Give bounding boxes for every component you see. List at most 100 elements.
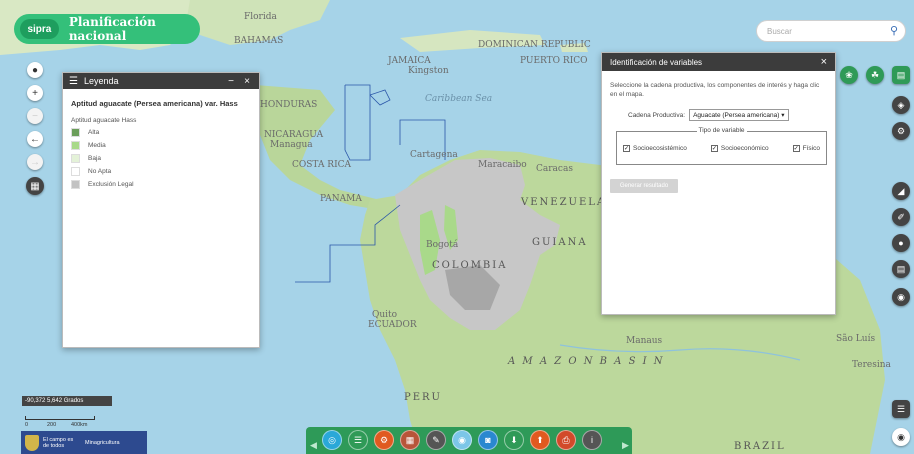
checkbox-socioecosistemico[interactable]: ✓ Socioecosistémico bbox=[623, 145, 687, 152]
map-label: Maracaibo bbox=[478, 160, 527, 170]
legend-label: No Apta bbox=[88, 168, 112, 175]
sponsor-logos: El campo es de todos Minagricultura bbox=[21, 431, 147, 454]
chevron-right-icon[interactable]: ▶ bbox=[622, 440, 629, 451]
legend-panel[interactable]: ☰ Leyenda − × Aptitud aguacate (Persea a… bbox=[62, 72, 260, 348]
list-icon[interactable]: ☰ bbox=[892, 400, 910, 418]
colombia-shield-icon bbox=[25, 434, 39, 451]
map-label: Florida bbox=[244, 12, 277, 22]
minimize-button[interactable]: − bbox=[225, 76, 237, 87]
map-label: HONDURAS bbox=[260, 100, 318, 110]
legend-title: Leyenda bbox=[83, 76, 119, 86]
chevron-left-icon[interactable]: ◀ bbox=[310, 440, 317, 451]
checkbox-icon[interactable]: ✓ bbox=[792, 145, 800, 152]
back-button[interactable]: ← bbox=[27, 131, 43, 147]
settings-icon[interactable]: ⚙ bbox=[892, 122, 910, 140]
map-pin-icon[interactable]: ◉ bbox=[892, 288, 910, 306]
zoom-out-button[interactable]: − bbox=[27, 108, 43, 124]
compass-button[interactable]: ◎ bbox=[322, 430, 342, 450]
chain-button[interactable]: ⚙ bbox=[374, 430, 394, 450]
map-label: A M A Z O N B A S I N bbox=[508, 356, 665, 367]
close-button[interactable]: × bbox=[241, 76, 253, 87]
checkbox-socioeconomico[interactable]: ✓ Socioeconómico bbox=[710, 145, 769, 152]
map-label: ECUADOR bbox=[368, 320, 417, 330]
map-label: DOMINICAN REPUBLIC bbox=[478, 40, 591, 50]
map-label: NICARAGUA bbox=[264, 130, 324, 140]
scale-tick: 400km bbox=[71, 422, 88, 428]
forward-button[interactable]: → bbox=[27, 154, 43, 170]
chart-icon[interactable]: ▤ bbox=[892, 66, 910, 84]
print-button[interactable]: ⎙ bbox=[556, 430, 576, 450]
legend-item: No Apta bbox=[71, 167, 251, 176]
map-label: São Luís bbox=[836, 334, 876, 344]
checkbox-icon[interactable]: ✓ bbox=[710, 145, 718, 152]
app-title: Planificación nacional bbox=[68, 15, 156, 43]
legend-swatch bbox=[71, 141, 80, 150]
chain-label: Cadena Productiva: bbox=[628, 111, 686, 119]
map-label: PERU bbox=[404, 392, 442, 403]
logo-text: Minagricultura bbox=[85, 439, 120, 446]
pencil-button[interactable]: ✎ bbox=[426, 430, 446, 450]
app-brand[interactable]: sipra Planificación nacional bbox=[14, 14, 200, 44]
legend-subtitle: Aptitud aguacate Hass bbox=[71, 117, 137, 124]
layers-icon[interactable]: ◈ bbox=[892, 96, 910, 114]
map-label: Cartagena bbox=[410, 150, 458, 160]
hand-leaf-icon[interactable]: ☘ bbox=[866, 66, 884, 84]
fieldset-legend: Tipo de variable bbox=[696, 127, 747, 134]
chain-select[interactable]: Aguacate (Persea americana) ▾ bbox=[689, 109, 789, 121]
checkbox-icon[interactable]: ✓ bbox=[623, 145, 630, 152]
globe-button[interactable]: ◉ bbox=[452, 430, 472, 450]
legend-swatch bbox=[71, 167, 80, 176]
legend-label: Exclusión Legal bbox=[88, 181, 134, 188]
generate-button[interactable]: Generar resultado bbox=[610, 179, 678, 193]
layers-list-button[interactable]: ☰ bbox=[348, 430, 368, 450]
search-box[interactable]: Buscar ⚲ bbox=[756, 20, 906, 42]
map-label: Managua bbox=[270, 140, 313, 150]
scale-bar: 0 200 400km bbox=[25, 416, 95, 430]
draw-icon[interactable]: ✐ bbox=[892, 208, 910, 226]
checkbox-label: Físico bbox=[802, 145, 820, 152]
location-icon[interactable]: ● bbox=[892, 234, 910, 252]
legend-header[interactable]: ☰ Leyenda − × bbox=[63, 73, 259, 89]
map-label: Teresina bbox=[852, 360, 891, 370]
variables-header[interactable]: Identificación de variables × bbox=[602, 53, 835, 71]
map-label: JAMAICA bbox=[388, 56, 431, 66]
map-label: Caracas bbox=[536, 164, 573, 174]
map-label: Manaus bbox=[626, 336, 663, 346]
search-input[interactable]: Buscar bbox=[767, 27, 887, 36]
grid-button[interactable]: ▦ bbox=[400, 430, 420, 450]
variables-panel[interactable]: Identificación de variables × Seleccione… bbox=[601, 52, 836, 315]
leaf-icon[interactable]: ❀ bbox=[840, 66, 858, 84]
map-label: BRAZIL bbox=[734, 441, 786, 452]
variables-title: Identificación de variables bbox=[610, 57, 703, 67]
map-label: GUIANA bbox=[532, 237, 588, 248]
legend-label: Alta bbox=[88, 129, 100, 136]
camera-button[interactable]: ◙ bbox=[478, 430, 498, 450]
scale-tick: 200 bbox=[47, 422, 57, 428]
measure-icon[interactable]: ◢ bbox=[892, 182, 910, 200]
app-root: Florida BAHAMAS JAMAICA Kingston DOMINIC… bbox=[0, 0, 914, 454]
zoom-in-button[interactable]: + bbox=[27, 85, 43, 101]
eye-icon[interactable]: ◉ bbox=[892, 428, 910, 446]
legend-swatch bbox=[71, 128, 80, 137]
download-button[interactable]: ⬇ bbox=[504, 430, 524, 450]
upload-button[interactable]: ⬆ bbox=[530, 430, 550, 450]
map-label: COSTA RICA bbox=[292, 160, 352, 170]
checkbox-fisico[interactable]: ✓ Físico bbox=[792, 145, 820, 152]
map-label: PANAMA bbox=[320, 194, 362, 204]
document-icon[interactable]: ▤ bbox=[892, 260, 910, 278]
map-label: Bogotá bbox=[426, 240, 459, 250]
map-label: Quito bbox=[372, 310, 398, 320]
search-icon[interactable]: ⚲ bbox=[887, 24, 901, 38]
legend-item: Media bbox=[71, 141, 251, 150]
close-button[interactable]: × bbox=[821, 56, 827, 68]
legend-label: Media bbox=[88, 142, 106, 149]
legend-label: Baja bbox=[88, 155, 102, 162]
info-button[interactable]: i bbox=[582, 430, 602, 450]
legend-item: Alta bbox=[71, 128, 251, 137]
locate-icon[interactable]: ● bbox=[27, 62, 43, 78]
legend-item: Baja bbox=[71, 154, 251, 163]
checkbox-label: Socioeconómico bbox=[720, 145, 769, 152]
legend-swatch bbox=[71, 180, 80, 189]
grid-icon[interactable]: ▦ bbox=[26, 177, 44, 195]
checkbox-label: Socioecosistémico bbox=[633, 145, 687, 152]
